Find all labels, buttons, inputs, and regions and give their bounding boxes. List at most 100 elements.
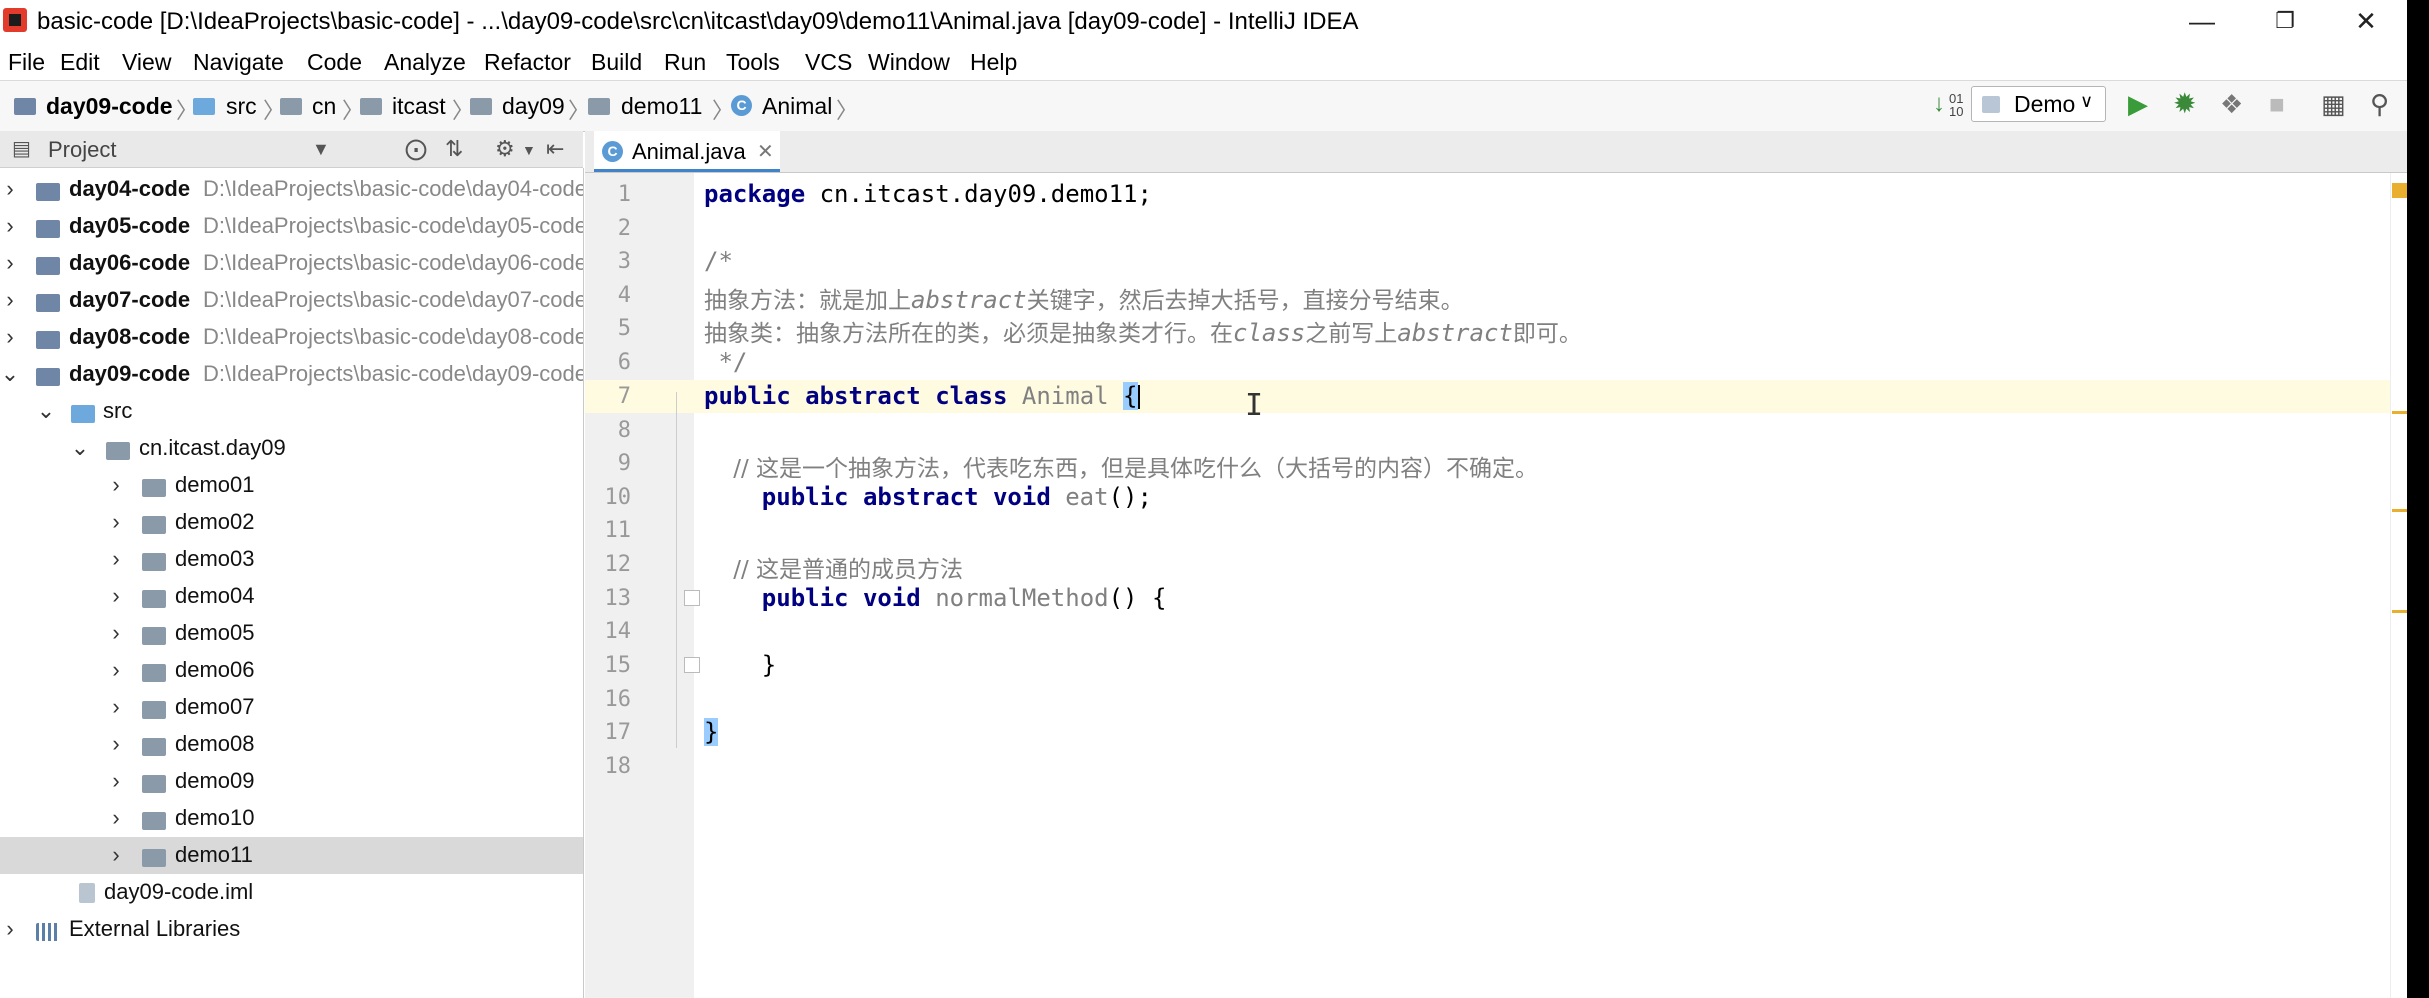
- breadcrumb-module[interactable]: day09-code: [46, 93, 173, 120]
- menu-refactor[interactable]: Refactor: [484, 49, 571, 76]
- search-icon[interactable]: ⚲: [2370, 90, 2389, 118]
- tree-item-day07-code[interactable]: › day07-code D:\IdeaProjects\basic-code\…: [0, 282, 583, 319]
- error-stripe-marker[interactable]: [2392, 610, 2407, 613]
- hide-panel-icon[interactable]: ⇤: [546, 136, 564, 162]
- chevron-right-icon[interactable]: ›: [0, 916, 20, 942]
- tree-item-label: demo06: [175, 657, 255, 682]
- breadcrumb-cn[interactable]: cn: [312, 93, 336, 120]
- tree-item-iml[interactable]: day09-code.iml: [0, 874, 583, 911]
- menu-build[interactable]: Build: [591, 49, 642, 76]
- error-stripe-marker[interactable]: [2392, 411, 2407, 414]
- breadcrumb-demo11[interactable]: demo11: [621, 93, 702, 120]
- chevron-right-icon[interactable]: ›: [106, 694, 126, 720]
- fold-marker-icon[interactable]: [684, 657, 700, 673]
- chevron-right-icon[interactable]: ›: [0, 287, 20, 313]
- menu-view[interactable]: View: [122, 49, 171, 76]
- chevron-right-icon[interactable]: ›: [106, 731, 126, 757]
- menu-code[interactable]: Code: [307, 49, 362, 76]
- chevron-right-icon[interactable]: ›: [0, 213, 20, 239]
- run-icon[interactable]: ▶: [2128, 90, 2148, 118]
- debug-icon[interactable]: ✹: [2173, 90, 2196, 118]
- tree-item-day04-code[interactable]: › day04-code D:\IdeaProjects\basic-code\…: [0, 171, 583, 208]
- tree-item-label: cn.itcast.day09: [139, 435, 286, 460]
- tree-item-day05-code[interactable]: › day05-code D:\IdeaProjects\basic-code\…: [0, 208, 583, 245]
- project-structure-icon[interactable]: ▦: [2321, 90, 2346, 118]
- chevron-right-icon[interactable]: ›: [106, 509, 126, 535]
- menu-file[interactable]: File: [8, 49, 45, 76]
- tree-item-demo03[interactable]: › demo03: [0, 541, 583, 578]
- tree-item-label: day09-code: [69, 361, 191, 386]
- chevron-right-icon[interactable]: ›: [106, 546, 126, 572]
- module-icon: [36, 183, 60, 201]
- chevron-right-icon[interactable]: ›: [106, 768, 126, 794]
- dropdown-arrow-icon[interactable]: ▼: [312, 139, 330, 160]
- collapse-all-icon[interactable]: ⇅: [445, 136, 463, 162]
- error-stripe-marker[interactable]: [2392, 509, 2407, 512]
- tree-item-demo05[interactable]: › demo05: [0, 615, 583, 652]
- chevron-right-icon[interactable]: ›: [106, 472, 126, 498]
- chevron-down-icon[interactable]: ⌄: [0, 361, 20, 387]
- tree-item-demo07[interactable]: › demo07: [0, 689, 583, 726]
- menu-vcs[interactable]: VCS: [805, 49, 852, 76]
- build-sort-icon[interactable]: ↓: [1933, 90, 1945, 118]
- stop-icon[interactable]: ■: [2269, 90, 2285, 118]
- tree-item-src[interactable]: ⌄ src: [0, 393, 583, 430]
- tree-item-package[interactable]: ⌄ cn.itcast.day09: [0, 430, 583, 467]
- tree-item-day06-code[interactable]: › day06-code D:\IdeaProjects\basic-code\…: [0, 245, 583, 282]
- menu-edit[interactable]: Edit: [60, 49, 100, 76]
- chevron-right-icon[interactable]: ›: [106, 657, 126, 683]
- menu-run[interactable]: Run: [664, 49, 706, 76]
- chevron-right-icon[interactable]: ›: [0, 176, 20, 202]
- tree-item-day09-code[interactable]: ⌄ day09-code D:\IdeaProjects\basic-code\…: [0, 356, 583, 393]
- chevron-down-icon[interactable]: ⌄: [36, 398, 56, 424]
- package-icon: [142, 516, 166, 534]
- minimize-icon[interactable]: —: [2172, 0, 2232, 44]
- chevron-right-icon[interactable]: ›: [106, 583, 126, 609]
- class-icon: C: [602, 141, 623, 162]
- tab-animal-java[interactable]: C Animal.java ✕: [594, 131, 780, 172]
- gear-icon[interactable]: ⚙: [495, 136, 515, 162]
- tree-item-demo06[interactable]: › demo06: [0, 652, 583, 689]
- tree-item-demo11[interactable]: › demo11: [0, 837, 583, 874]
- tree-item-day08-code[interactable]: › day08-code D:\IdeaProjects\basic-code\…: [0, 319, 583, 356]
- run-configuration-select[interactable]: Demo ∨: [1971, 86, 2106, 122]
- chevron-right-icon[interactable]: ›: [106, 620, 126, 646]
- chevron-down-icon[interactable]: ▼: [522, 142, 536, 158]
- inspection-status-icon[interactable]: [2392, 183, 2407, 198]
- close-icon[interactable]: ✕: [2336, 0, 2396, 44]
- package-icon: [142, 849, 166, 867]
- tree-item-demo10[interactable]: › demo10: [0, 800, 583, 837]
- chevron-right-icon[interactable]: ›: [0, 250, 20, 276]
- tree-item-demo01[interactable]: › demo01: [0, 467, 583, 504]
- chevron-right-icon[interactable]: ›: [106, 842, 126, 868]
- tree-item-demo02[interactable]: › demo02: [0, 504, 583, 541]
- chevron-down-icon[interactable]: ⌄: [70, 435, 90, 461]
- menu-tools[interactable]: Tools: [726, 49, 780, 76]
- fold-marker-icon[interactable]: [684, 590, 700, 606]
- chevron-right-icon: 〉: [836, 98, 859, 123]
- tree-item-demo08[interactable]: › demo08: [0, 726, 583, 763]
- breadcrumb-src[interactable]: src: [226, 93, 257, 120]
- tree-item-demo04[interactable]: › demo04: [0, 578, 583, 615]
- locate-icon[interactable]: ⨀: [405, 136, 427, 162]
- close-tab-icon[interactable]: ✕: [757, 139, 774, 164]
- breadcrumb-day09[interactable]: day09: [502, 93, 565, 120]
- coverage-icon[interactable]: ❖: [2220, 90, 2243, 118]
- editor-scrollbar[interactable]: [2390, 173, 2407, 998]
- line-number: 15: [604, 653, 632, 678]
- menu-navigate[interactable]: Navigate: [193, 49, 284, 76]
- restore-icon[interactable]: ❐: [2255, 0, 2315, 44]
- menu-analyze[interactable]: Analyze: [384, 49, 466, 76]
- menu-window[interactable]: Window: [868, 49, 950, 76]
- tree-item-external-libraries[interactable]: › External Libraries: [0, 911, 583, 948]
- breadcrumb-class[interactable]: Animal: [762, 93, 832, 120]
- chevron-right-icon[interactable]: ›: [0, 324, 20, 350]
- tree-item-label: demo05: [175, 620, 255, 645]
- tree-item-demo09[interactable]: › demo09: [0, 763, 583, 800]
- line-number: 10: [604, 485, 632, 510]
- project-panel-title[interactable]: Project: [48, 137, 116, 163]
- breadcrumb-itcast[interactable]: itcast: [392, 93, 446, 120]
- menu-help[interactable]: Help: [970, 49, 1017, 76]
- method-name: eat: [1065, 483, 1109, 511]
- chevron-right-icon[interactable]: ›: [106, 805, 126, 831]
